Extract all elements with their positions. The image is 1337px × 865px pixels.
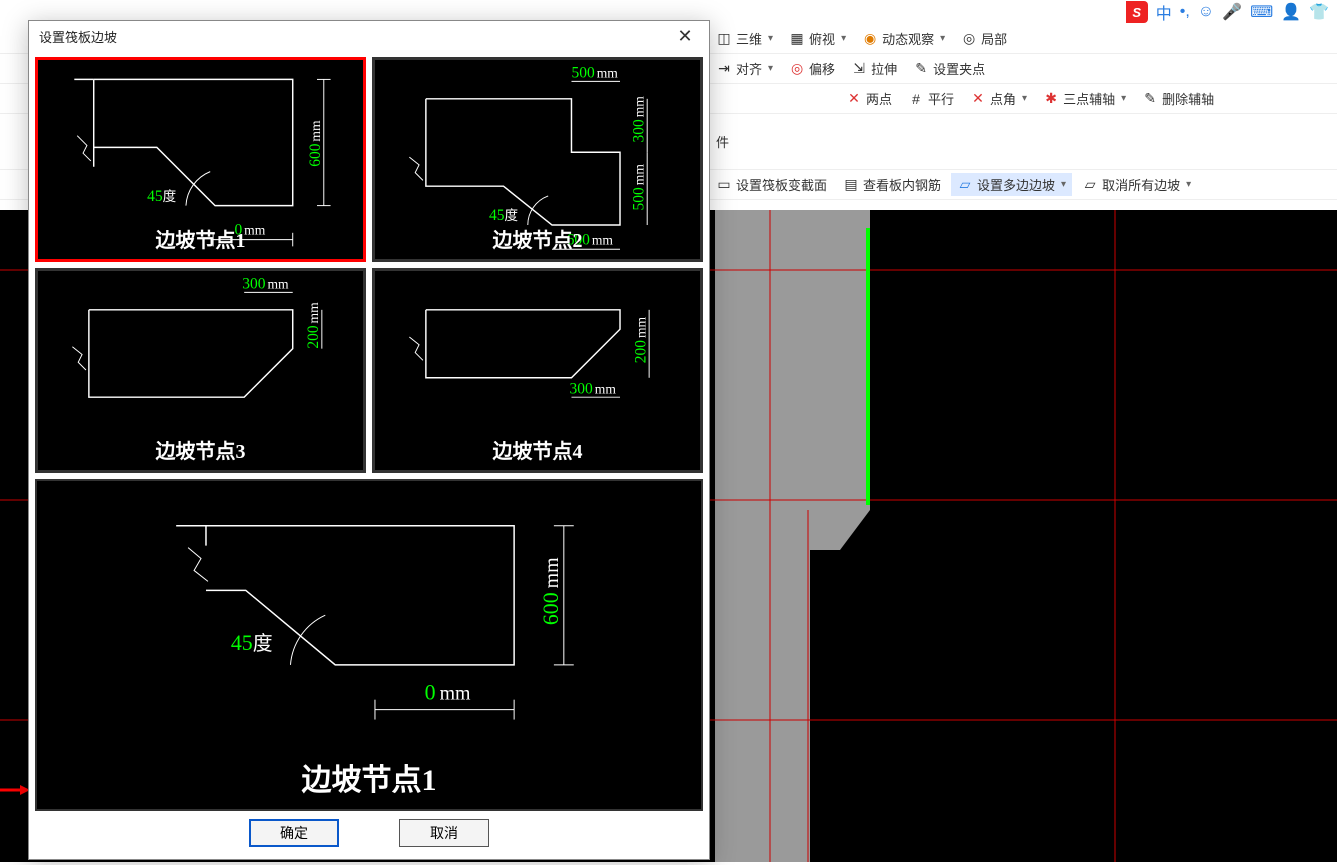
btn-view-rebar-label: 查看板内钢筋 bbox=[863, 175, 941, 194]
align-icon: ⇥ bbox=[716, 61, 732, 77]
svg-text:300mm: 300mm bbox=[242, 275, 289, 292]
ime-bar: S 中 •, ☺ 🎤 ⌨ 👤 👕 bbox=[1118, 0, 1337, 24]
svg-text:300mm: 300mm bbox=[630, 96, 647, 143]
slope-option-2[interactable]: 45度 500mm 600mm 300mm 500mm 边坡节点2 bbox=[372, 57, 703, 262]
btn-point-angle[interactable]: ✕ 点角 bbox=[964, 87, 1033, 110]
svg-text:600mm: 600mm bbox=[539, 557, 563, 625]
svg-text:0mm: 0mm bbox=[425, 681, 471, 705]
orbit-icon: ◉ bbox=[862, 31, 878, 47]
slope-option-3[interactable]: 300mm 200mm 边坡节点3 bbox=[35, 268, 366, 473]
svg-text:300mm: 300mm bbox=[570, 380, 617, 397]
btn-multi-slope-label: 设置多边边坡 bbox=[977, 175, 1055, 194]
btn-parallel[interactable]: # 平行 bbox=[902, 87, 960, 110]
svg-text:45度: 45度 bbox=[147, 188, 177, 205]
btn-offset-label: 偏移 bbox=[809, 59, 835, 78]
dialog-title: 设置筏板边坡 bbox=[39, 27, 117, 46]
slope-option-4-caption: 边坡节点4 bbox=[375, 435, 700, 464]
point-angle-icon: ✕ bbox=[970, 91, 986, 107]
btn-delete-axis[interactable]: ✎ 删除辅轴 bbox=[1136, 87, 1220, 110]
btn-three-point-axis-label: 三点辅轴 bbox=[1063, 89, 1115, 108]
ime-logo-icon: S bbox=[1126, 1, 1148, 23]
ime-skin-icon[interactable]: 👕 bbox=[1309, 2, 1329, 22]
parallel-icon: # bbox=[908, 91, 924, 107]
btn-grip-label: 设置夹点 bbox=[933, 59, 985, 78]
svg-text:500mm: 500mm bbox=[630, 164, 647, 211]
btn-dynamic-view-label: 动态观察 bbox=[882, 29, 934, 48]
btn-three-point-axis[interactable]: ✱ 三点辅轴 bbox=[1037, 87, 1132, 110]
slope-option-grid: 45度 0mm 600mm 边坡节点1 bbox=[35, 57, 703, 473]
dialog-footer: 确定 取消 bbox=[29, 817, 709, 859]
btn-top-view[interactable]: ▦ 俯视 bbox=[783, 27, 852, 50]
btn-stretch-label: 拉伸 bbox=[871, 59, 897, 78]
btn-two-point[interactable]: ✕ 两点 bbox=[840, 87, 898, 110]
preview-caption: 边坡节点1 bbox=[37, 755, 701, 799]
btn-align[interactable]: ⇥ 对齐 bbox=[710, 57, 779, 80]
cancel-button[interactable]: 取消 bbox=[399, 819, 489, 847]
slope-option-3-caption: 边坡节点3 bbox=[38, 435, 363, 464]
slope-settings-dialog: 设置筏板边坡 ✕ 45度 0mm bbox=[28, 20, 710, 860]
btn-stretch[interactable]: ⇲ 拉伸 bbox=[845, 57, 903, 80]
svg-text:45度: 45度 bbox=[231, 631, 273, 655]
dialog-body: 45度 0mm 600mm 边坡节点1 bbox=[29, 51, 709, 817]
ok-button[interactable]: 确定 bbox=[249, 819, 339, 847]
btn-parallel-label: 平行 bbox=[928, 89, 954, 108]
ime-voice-icon[interactable]: 🎤 bbox=[1222, 2, 1242, 22]
cube-3d-icon: ◫ bbox=[716, 31, 732, 47]
btn-local-label: 局部 bbox=[981, 29, 1007, 48]
slope-option-1-caption: 边坡节点1 bbox=[38, 224, 363, 253]
ime-user-icon[interactable]: 👤 bbox=[1281, 2, 1301, 22]
btn-local-view[interactable]: ◎ 局部 bbox=[955, 27, 1013, 50]
btn-unit-label: 件 bbox=[716, 132, 729, 151]
stretch-icon: ⇲ bbox=[851, 61, 867, 77]
grip-icon: ✎ bbox=[913, 61, 929, 77]
raft-section-icon: ▭ bbox=[716, 177, 732, 193]
btn-multi-slope[interactable]: ▱ 设置多边边坡 bbox=[951, 173, 1072, 196]
delete-axis-icon: ✎ bbox=[1142, 91, 1158, 107]
btn-cancel-all-slope[interactable]: ▱ 取消所有边坡 bbox=[1076, 173, 1197, 196]
btn-set-raft-section-label: 设置筏板变截面 bbox=[736, 175, 827, 194]
rebar-icon: ▤ bbox=[843, 177, 859, 193]
slope-option-4[interactable]: 300mm 200mm 边坡节点4 bbox=[372, 268, 703, 473]
svg-text:500mm: 500mm bbox=[571, 64, 618, 81]
top-view-icon: ▦ bbox=[789, 31, 805, 47]
dialog-close-button[interactable]: ✕ bbox=[671, 22, 699, 50]
slope-preview: 45度 0mm 600mm 边坡节点1 bbox=[35, 479, 703, 811]
btn-cancel-all-slope-label: 取消所有边坡 bbox=[1102, 175, 1180, 194]
btn-grip[interactable]: ✎ 设置夹点 bbox=[907, 57, 991, 80]
btn-3d-label: 三维 bbox=[736, 29, 762, 48]
dialog-titlebar[interactable]: 设置筏板边坡 ✕ bbox=[29, 21, 709, 51]
btn-set-raft-section[interactable]: ▭ 设置筏板变截面 bbox=[710, 173, 833, 196]
slope-option-1[interactable]: 45度 0mm 600mm 边坡节点1 bbox=[35, 57, 366, 262]
cancel-slope-icon: ▱ bbox=[1082, 177, 1098, 193]
btn-unit[interactable]: 件 bbox=[710, 130, 735, 153]
svg-text:45度: 45度 bbox=[489, 207, 519, 224]
btn-align-label: 对齐 bbox=[736, 59, 762, 78]
svg-text:600mm: 600mm bbox=[307, 120, 324, 167]
btn-dynamic-view[interactable]: ◉ 动态观察 bbox=[856, 27, 951, 50]
svg-text:200mm: 200mm bbox=[632, 316, 649, 363]
ime-punct[interactable]: •, bbox=[1180, 3, 1190, 21]
multi-slope-icon: ▱ bbox=[957, 177, 973, 193]
offset-icon: ◎ bbox=[789, 61, 805, 77]
btn-3d-view[interactable]: ◫ 三维 bbox=[710, 27, 779, 50]
btn-point-angle-label: 点角 bbox=[990, 89, 1016, 108]
two-point-icon: ✕ bbox=[846, 91, 862, 107]
btn-top-view-label: 俯视 bbox=[809, 29, 835, 48]
btn-delete-axis-label: 删除辅轴 bbox=[1162, 89, 1214, 108]
ime-lang[interactable]: 中 bbox=[1156, 0, 1172, 24]
ime-keyboard-icon[interactable]: ⌨ bbox=[1250, 2, 1273, 22]
ime-emoji-icon[interactable]: ☺ bbox=[1198, 3, 1214, 21]
local-view-icon: ◎ bbox=[961, 31, 977, 47]
svg-text:200mm: 200mm bbox=[305, 302, 322, 349]
btn-view-rebar[interactable]: ▤ 查看板内钢筋 bbox=[837, 173, 947, 196]
slope-option-2-caption: 边坡节点2 bbox=[375, 224, 700, 253]
btn-two-point-label: 两点 bbox=[866, 89, 892, 108]
btn-offset[interactable]: ◎ 偏移 bbox=[783, 57, 841, 80]
three-point-axis-icon: ✱ bbox=[1043, 91, 1059, 107]
